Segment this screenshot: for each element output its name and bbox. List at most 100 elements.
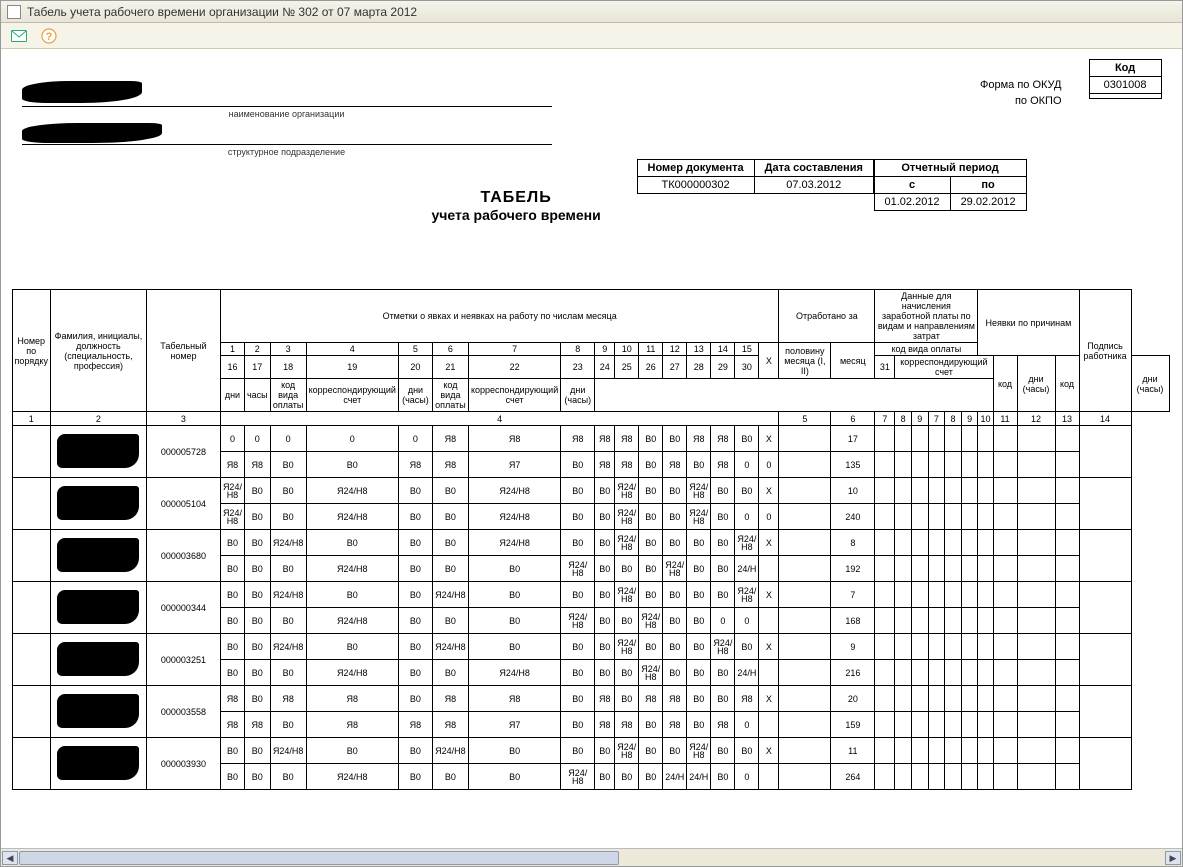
day-cell: В0 xyxy=(687,556,711,582)
col-pay-type: код вида оплаты xyxy=(875,343,978,356)
code-box: Код 0301008 xyxy=(1089,59,1162,99)
horizontal-scrollbar[interactable]: ◀ ▶ xyxy=(1,848,1182,866)
pay-cell xyxy=(875,738,895,764)
day-cell: В0 xyxy=(595,608,615,634)
cell-no xyxy=(12,634,50,686)
day-cell: Я8 xyxy=(663,452,687,478)
pay-cell xyxy=(945,452,962,478)
help-button[interactable]: ? xyxy=(39,26,59,46)
day-cell: 0 xyxy=(759,504,779,530)
pay-cell xyxy=(875,686,895,712)
day-cell: В0 xyxy=(398,504,432,530)
day-cell: В0 xyxy=(561,504,595,530)
pay-cell xyxy=(911,712,928,738)
day-cell: В0 xyxy=(663,738,687,764)
absence-cell xyxy=(978,504,993,530)
cell-no xyxy=(12,478,50,530)
day-cell: Я8 xyxy=(615,452,639,478)
day-cell: В0 xyxy=(595,530,615,556)
col-number: 8 xyxy=(945,412,962,426)
day-cell: В0 xyxy=(561,452,595,478)
day-cell: Я8 xyxy=(468,686,560,712)
day-header: 12 xyxy=(663,343,687,356)
day-cell: Я24/Н8 xyxy=(639,660,663,686)
day-cell: В0 xyxy=(220,582,244,608)
col-days: дни xyxy=(220,379,244,412)
redacted-name xyxy=(57,746,139,780)
cell-half-hours xyxy=(779,764,831,790)
day-cell: Я24/Н8 xyxy=(270,738,306,764)
day-cell: Я24/Н8 xyxy=(615,634,639,660)
table-row: 000003251В0В0Я24/Н8В0В0Я24/Н8В0В0В0Я24/Н… xyxy=(12,634,1169,660)
col-absence: Неявки по причинам xyxy=(978,290,1079,356)
redacted-name xyxy=(57,486,139,520)
pay-cell xyxy=(928,556,945,582)
day-cell: Я24/Н8 xyxy=(687,504,711,530)
day-header: 18 xyxy=(270,356,306,379)
cell-month-days: 11 xyxy=(831,738,875,764)
day-cell: Я8 xyxy=(220,452,244,478)
col-number: 1 xyxy=(12,412,50,426)
cell-month-hours: 240 xyxy=(831,504,875,530)
title-line-2: учета рабочего времени xyxy=(432,207,601,223)
day-cell: В0 xyxy=(561,582,595,608)
cell-sign xyxy=(1079,738,1131,790)
pay-cell xyxy=(875,478,895,504)
col-pay-kod-b: код вида оплаты xyxy=(432,379,468,412)
dept-line xyxy=(22,129,552,145)
absence-cell xyxy=(1055,452,1079,478)
day-cell: В0 xyxy=(735,426,759,452)
day-cell: В0 xyxy=(220,738,244,764)
day-cell: Я24/Н8 xyxy=(306,478,398,504)
doc-date-label: Дата составления xyxy=(754,160,873,177)
pay-cell xyxy=(911,452,928,478)
col-pay-corr-a: корреспондирующий счет xyxy=(306,379,398,412)
day-cell: В0 xyxy=(398,608,432,634)
day-cell: Я8 xyxy=(432,452,468,478)
absence-cell xyxy=(1055,608,1079,634)
send-email-button[interactable] xyxy=(9,26,29,46)
scroll-right-arrow-icon[interactable]: ▶ xyxy=(1165,851,1181,865)
scroll-left-arrow-icon[interactable]: ◀ xyxy=(2,851,18,865)
day-cell: В0 xyxy=(663,660,687,686)
absence-cell xyxy=(1017,478,1055,504)
col-abs-kod-1: код xyxy=(993,356,1017,412)
pay-cell xyxy=(911,686,928,712)
cell-tab-number: 000003251 xyxy=(146,634,220,686)
day-cell: В0 xyxy=(615,608,639,634)
col-pay-daysh-b: дни (часы) xyxy=(561,379,595,412)
pay-cell xyxy=(961,608,978,634)
period-to-value: 29.02.2012 xyxy=(950,194,1026,211)
absence-cell xyxy=(978,478,993,504)
cell-month-hours: 216 xyxy=(831,660,875,686)
day-cell: Я7 xyxy=(468,452,560,478)
doc-no-value: ТК000000302 xyxy=(637,177,754,194)
day-header: 17 xyxy=(244,356,270,379)
doc-no-label: Номер документа xyxy=(637,160,754,177)
day-cell: Я24/Н8 xyxy=(270,530,306,556)
pay-cell xyxy=(875,426,895,452)
day-cell: Я24/Н8 xyxy=(270,582,306,608)
day-cell: В0 xyxy=(398,764,432,790)
scrollbar-thumb[interactable] xyxy=(19,851,619,865)
day-cell: В0 xyxy=(306,452,398,478)
day-cell: Я8 xyxy=(398,452,432,478)
day-cell: X xyxy=(759,426,779,452)
day-cell: Я24/Н8 xyxy=(306,608,398,634)
day-cell: В0 xyxy=(711,478,735,504)
table-row: 000003930В0В0Я24/Н8В0В0Я24/Н8В0В0В0Я24/Н… xyxy=(12,738,1169,764)
day-header: 29 xyxy=(711,356,735,379)
pay-cell xyxy=(895,478,912,504)
day-cell: Я24/Н8 xyxy=(561,764,595,790)
col-hours: часы xyxy=(244,379,270,412)
day-cell: В0 xyxy=(468,764,560,790)
cell-no xyxy=(12,582,50,634)
document-viewport[interactable]: Код 0301008 Форма по ОКУД по ОКПО наимен… xyxy=(1,49,1182,848)
day-cell: Я8 xyxy=(711,712,735,738)
day-cell: Я24/Н8 xyxy=(468,530,560,556)
day-cell: Я8 xyxy=(244,452,270,478)
pay-cell xyxy=(928,504,945,530)
day-cell xyxy=(759,660,779,686)
pay-cell xyxy=(945,738,962,764)
day-cell: Я8 xyxy=(432,712,468,738)
